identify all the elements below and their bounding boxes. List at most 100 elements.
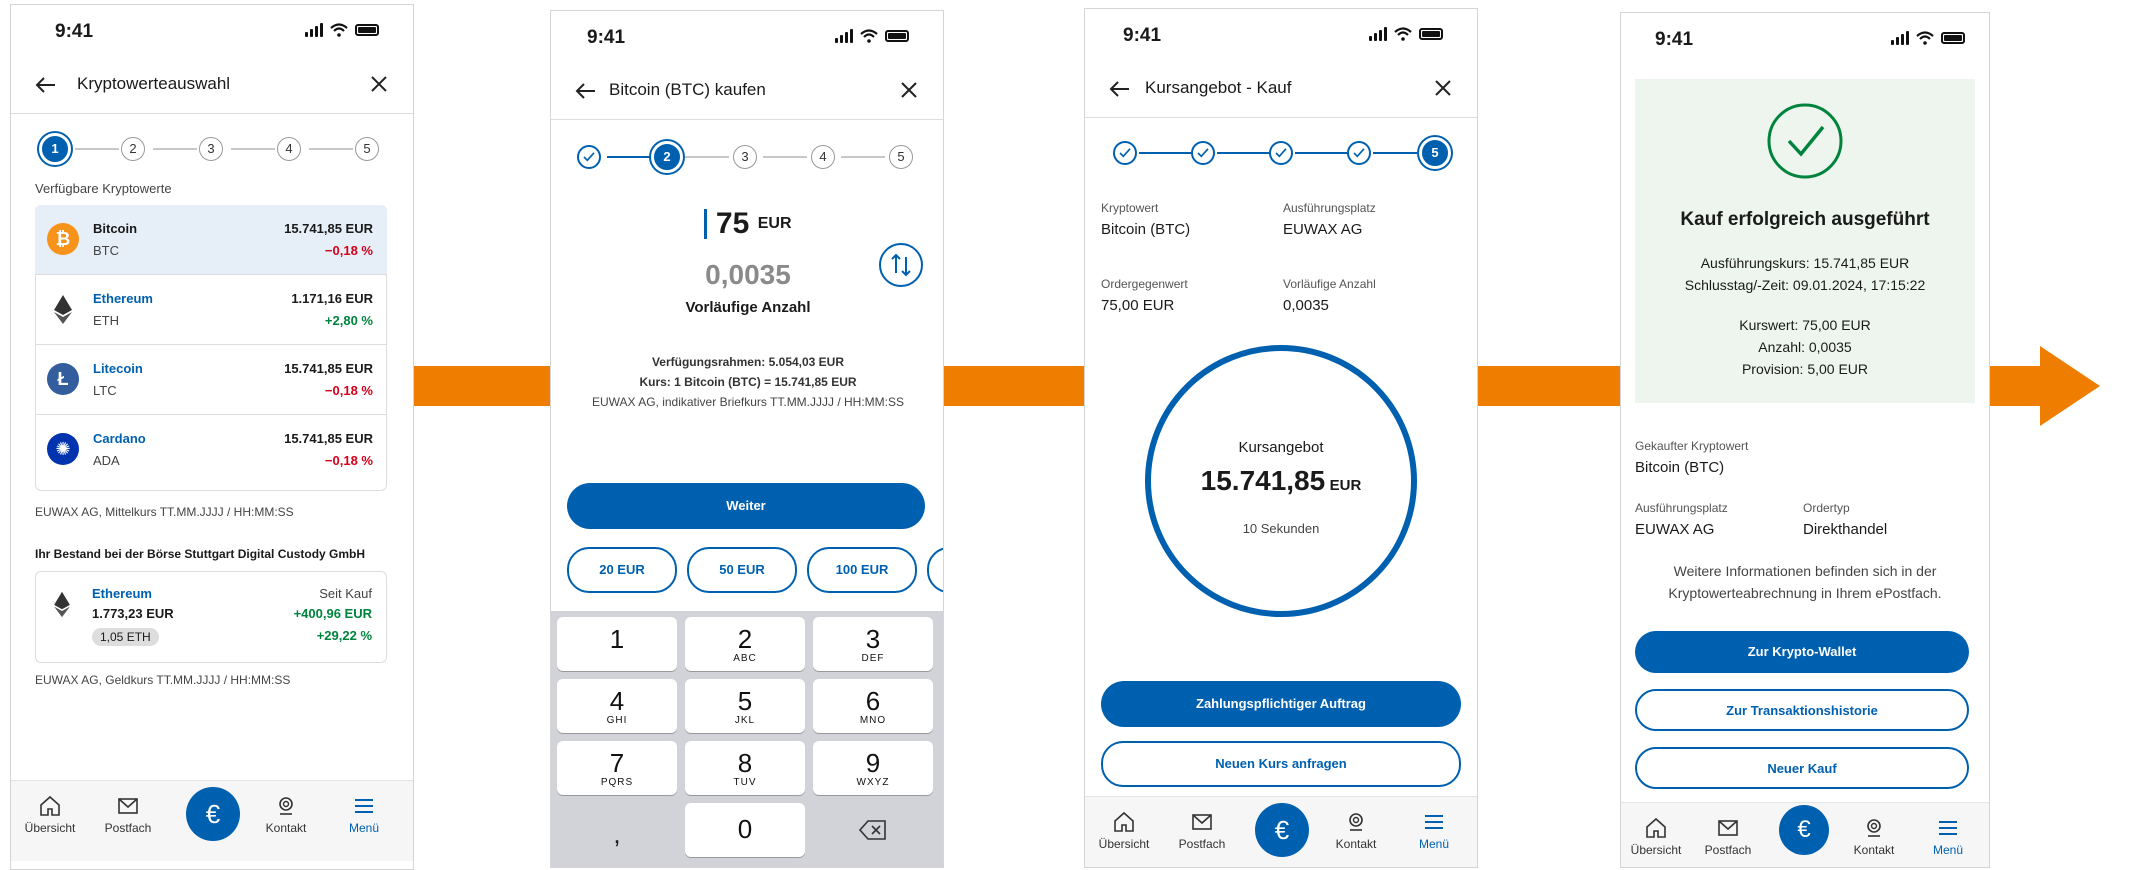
crypto-symbol: LTC	[93, 383, 117, 398]
chip-20[interactable]: 20 EUR	[567, 547, 677, 593]
back-arrow-icon[interactable]	[573, 78, 599, 104]
chip-50[interactable]: 50 EUR	[687, 547, 797, 593]
nav-kontakt[interactable]: Kontakt	[1839, 817, 1909, 857]
back-arrow-icon[interactable]	[33, 72, 59, 98]
screen-crypto-selection: 9:41 Kryptowerteauswahl 1 2 3 4 5 Verfüg…	[10, 4, 414, 870]
close-icon[interactable]	[897, 78, 921, 102]
venue-label: Ausführungsplatz	[1635, 501, 1728, 515]
list-item-litecoin[interactable]: Ł Litecoin LTC 15.741,85 EUR −0,18 %	[35, 345, 387, 415]
screen-header: Bitcoin (BTC) kaufen	[551, 63, 943, 120]
key-8[interactable]: 8 TUV	[685, 741, 805, 795]
key-0[interactable]: 0	[685, 803, 805, 857]
amount-input[interactable]: 75 EUR	[551, 207, 943, 241]
nav-postfach[interactable]: Postfach	[93, 795, 163, 835]
headset-icon	[279, 797, 293, 815]
key-7[interactable]: 7 PQRS	[557, 741, 677, 795]
step-5: 5	[1419, 137, 1451, 169]
transaction-history-button[interactable]: Zur Transaktionshistorie	[1635, 689, 1969, 731]
kurswert: Kurswert: 75,00 EUR	[1739, 317, 1871, 333]
key-digit: 9	[865, 748, 881, 778]
holding-value: 1.773,23 EUR	[92, 606, 174, 621]
bought-crypto-value: Bitcoin (BTC)	[1635, 459, 1725, 476]
new-rate-button[interactable]: Neuen Kurs anfragen	[1101, 741, 1461, 787]
venue-label: Ausführungsplatz	[1283, 201, 1376, 215]
key-4[interactable]: 4 GHI	[557, 679, 677, 733]
list-item-ethereum[interactable]: Ethereum ETH 1.171,16 EUR +2,80 %	[35, 275, 387, 345]
wifi-icon	[1394, 27, 1412, 41]
swap-button[interactable]	[879, 243, 923, 287]
status-bar: 9:41	[551, 11, 943, 55]
key-6[interactable]: 6 MNO	[813, 679, 933, 733]
crypto-list: ₿ Bitcoin BTC 15.741,85 EUR −0,18 % Ethe…	[11, 205, 413, 497]
nav-menue[interactable]: Menü	[1913, 817, 1983, 857]
key-2[interactable]: 2 ABC	[685, 617, 805, 671]
wifi-icon	[1916, 31, 1934, 45]
cardano-icon: ✺	[47, 433, 79, 465]
crypto-price: 1.171,16 EUR	[291, 291, 373, 306]
key-backspace[interactable]	[813, 803, 933, 857]
quantity-label: Vorläufige Anzahl	[1283, 277, 1376, 291]
flow-arrow-4	[1988, 366, 2040, 406]
battery-icon	[355, 24, 379, 36]
nav-kontakt[interactable]: Kontakt	[1321, 811, 1391, 851]
euro-button[interactable]: €	[1255, 803, 1309, 857]
nav-menue[interactable]: Menü	[1399, 811, 1469, 851]
crypto-wallet-button[interactable]: Zur Krypto-Wallet	[1635, 631, 1969, 673]
back-arrow-icon[interactable]	[1107, 76, 1133, 102]
status-time: 9:41	[55, 21, 94, 42]
nav-label: Postfach	[1178, 837, 1226, 851]
step-1-check-icon	[1113, 141, 1137, 165]
battery-icon	[1941, 32, 1965, 44]
key-comma[interactable]: ,	[557, 807, 677, 861]
step-1-check-icon	[577, 145, 601, 169]
chip-100[interactable]: 100 EUR	[807, 547, 917, 593]
step-2: 2	[121, 137, 145, 161]
nav-kontakt[interactable]: Kontakt	[251, 795, 321, 835]
offer-value: 15.741,85	[1200, 465, 1326, 496]
pay-order-button[interactable]: Zahlungspflichtiger Auftrag	[1101, 681, 1461, 727]
nav-uebersicht[interactable]: Übersicht	[15, 795, 85, 835]
anzahl: Anzahl: 0,0035	[1758, 339, 1852, 355]
battery-icon	[885, 30, 909, 42]
crypto-change: −0,18 %	[324, 453, 373, 468]
close-icon[interactable]	[367, 72, 391, 96]
wifi-icon	[330, 23, 348, 37]
step-2: 2	[651, 141, 683, 173]
signal-icon	[835, 29, 853, 43]
key-1[interactable]: 1	[557, 617, 677, 671]
key-3[interactable]: 3 DEF	[813, 617, 933, 671]
offer-countdown-circle: Kursangebot 15.741,85 EUR 10 Sekunden	[1145, 345, 1417, 617]
next-button[interactable]: Weiter	[567, 483, 925, 529]
key-digit: 8	[737, 748, 753, 778]
euro-button[interactable]: €	[1779, 805, 1829, 855]
info-text-line2: Kryptowerteabrechnung in Ihrem ePostfach…	[1668, 585, 1942, 601]
bought-crypto-label: Gekaufter Kryptowert	[1635, 439, 1749, 453]
close-icon[interactable]	[1431, 76, 1455, 100]
mail-icon	[1192, 814, 1212, 830]
nav-menue[interactable]: Menü	[329, 795, 399, 835]
nav-label: Kontakt	[1853, 843, 1895, 857]
screen-buy-bitcoin: 9:41 Bitcoin (BTC) kaufen 2 3 4 5 75 EUR…	[550, 10, 944, 868]
crypto-label: Kryptowert	[1101, 201, 1159, 215]
ethereum-icon	[54, 295, 72, 324]
euro-button[interactable]: €	[186, 787, 240, 841]
key-5[interactable]: 5 JKL	[685, 679, 805, 733]
progress-stepper: 1 2 3 4 5	[11, 131, 413, 167]
nav-postfach[interactable]: Postfach	[1693, 817, 1763, 857]
new-purchase-button[interactable]: Neuer Kauf	[1635, 747, 1969, 789]
key-digit: 3	[865, 624, 881, 654]
nav-uebersicht[interactable]: Übersicht	[1621, 817, 1691, 857]
chip-more[interactable]	[927, 547, 943, 593]
success-panel: Kauf erfolgreich ausgeführt Ausführungsk…	[1635, 79, 1975, 403]
list-item-cardano[interactable]: ✺ Cardano ADA 15.741,85 EUR −0,18 %	[35, 415, 387, 485]
list-item-bitcoin[interactable]: ₿ Bitcoin BTC 15.741,85 EUR −0,18 %	[35, 205, 387, 275]
nav-postfach[interactable]: Postfach	[1167, 811, 1237, 851]
status-time: 9:41	[1655, 29, 1694, 50]
key-letters: MNO	[859, 715, 887, 726]
mail-icon	[118, 798, 138, 814]
crypto-change: −0,18 %	[324, 383, 373, 398]
nav-uebersicht[interactable]: Übersicht	[1089, 811, 1159, 851]
holding-card[interactable]: Ethereum 1.773,23 EUR 1,05 ETH Seit Kauf…	[35, 571, 387, 663]
offer-label: Kursangebot	[1238, 439, 1324, 456]
key-9[interactable]: 9 WXYZ	[813, 741, 933, 795]
